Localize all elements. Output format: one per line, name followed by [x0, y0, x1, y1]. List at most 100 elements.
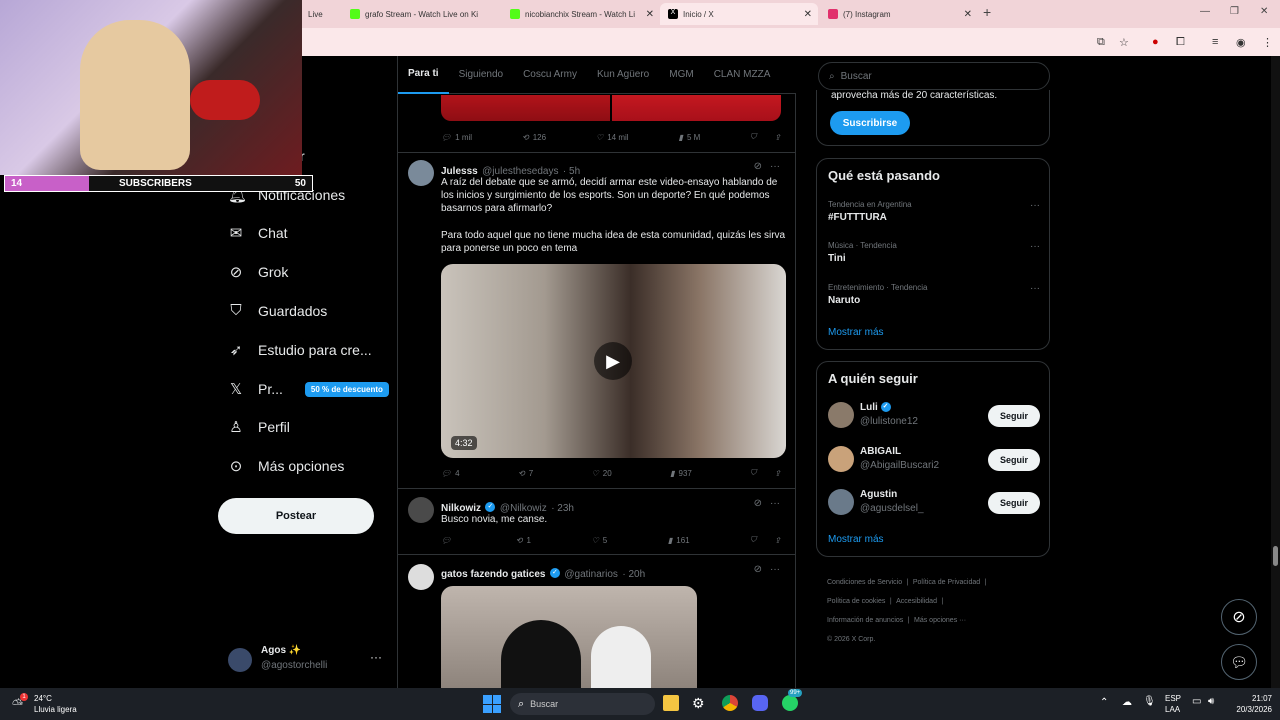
- messages-float-button[interactable]: 💬︎: [1221, 644, 1257, 680]
- new-tab-icon[interactable]: +: [983, 4, 991, 20]
- views-button[interactable]: ▮ 937: [670, 468, 692, 478]
- volume-icon[interactable]: 🔊︎: [1208, 696, 1214, 707]
- grok-float-button[interactable]: ⊘: [1221, 599, 1257, 635]
- sidebar-item-grok[interactable]: ⊘ Grok: [228, 263, 289, 281]
- follow-button[interactable]: Seguir: [988, 492, 1040, 514]
- network-icon[interactable]: ▭: [1192, 696, 1201, 707]
- extensions-icon[interactable]: ⧠: [1176, 36, 1185, 49]
- tweet-image[interactable]: [441, 95, 781, 121]
- close-window-icon[interactable]: ✕: [1260, 6, 1268, 17]
- sidebar-toggle-icon[interactable]: ≡: [1212, 36, 1218, 48]
- tab-instagram[interactable]: (7) Instagram ✕: [820, 3, 978, 25]
- grok-icon[interactable]: ⊘: [754, 498, 762, 509]
- more-icon[interactable]: ···: [770, 498, 780, 509]
- avatar[interactable]: [828, 402, 854, 428]
- opera-icon[interactable]: ●: [1152, 36, 1159, 48]
- sidebar-item-premium[interactable]: 𝕏 Pr... 50 % de descuento: [228, 380, 389, 398]
- sidebar-item-mas-opciones[interactable]: ⊙ Más opciones: [228, 457, 345, 475]
- grok-icon[interactable]: ⊘: [754, 564, 762, 575]
- windows-start-icon[interactable]: [483, 695, 501, 713]
- tab-kun-aguero[interactable]: Kun Agüero: [587, 56, 659, 94]
- close-tab-icon[interactable]: ✕: [964, 9, 972, 20]
- avatar[interactable]: [408, 497, 434, 523]
- tab-coscu-army[interactable]: Coscu Army: [513, 56, 587, 94]
- play-icon[interactable]: ▶: [594, 342, 632, 380]
- retweet-button[interactable]: ⟲ 7: [518, 468, 533, 478]
- avatar[interactable]: [828, 446, 854, 472]
- follow-button[interactable]: Seguir: [988, 449, 1040, 471]
- trend-item[interactable]: Música · Tendencia Tini ···: [828, 241, 1040, 264]
- more-icon[interactable]: ···: [1030, 241, 1040, 252]
- more-icon[interactable]: ···: [1030, 200, 1040, 211]
- reply-button[interactable]: 💬︎ 1 mil: [441, 132, 472, 142]
- taskbar-search[interactable]: ⌕ Buscar: [510, 693, 655, 715]
- post-button[interactable]: Postear: [218, 498, 374, 534]
- tab-mgm[interactable]: MGM: [659, 56, 703, 94]
- like-button[interactable]: ♡ 20: [592, 468, 612, 478]
- tab-live[interactable]: Live: [300, 3, 342, 25]
- more-icon[interactable]: ···: [770, 161, 780, 172]
- sidebar-item-chat[interactable]: ✉ Chat: [228, 224, 288, 242]
- sidebar-item-estudio[interactable]: ➶ Estudio para cre...: [228, 341, 372, 359]
- trend-item[interactable]: Tendencia en Argentina #FUTTTURA ···: [828, 200, 1040, 223]
- mic-icon[interactable]: 🎙︎: [1143, 696, 1156, 707]
- footer-link[interactable]: Condiciones de Servicio: [827, 579, 902, 586]
- cloud-icon[interactable]: ☁: [1122, 697, 1132, 708]
- profile-avatar[interactable]: ◉: [1236, 36, 1246, 49]
- show-more-link[interactable]: Mostrar más: [828, 327, 884, 338]
- bookmark-button[interactable]: ⛉ ⇪: [750, 132, 781, 142]
- views-button[interactable]: ▮ 161: [668, 535, 690, 545]
- tab-siguiendo[interactable]: Siguiendo: [449, 56, 513, 94]
- sidebar-item-guardados[interactable]: ⛉ Guardados: [228, 302, 327, 319]
- clock-time[interactable]: 21:07: [1232, 694, 1272, 703]
- reply-button[interactable]: 💬︎ 4: [441, 468, 460, 478]
- like-button[interactable]: ♡ 5: [592, 535, 608, 545]
- install-icon[interactable]: ⧉: [1097, 36, 1105, 49]
- tab-nicobianchix[interactable]: nicobianchix Stream - Watch Li ✕: [502, 3, 660, 25]
- tweet-image[interactable]: [441, 586, 697, 688]
- tab-clan-mzza[interactable]: CLAN MZZA: [704, 56, 781, 94]
- tab-inicio-x[interactable]: X Inicio / X ✕: [660, 3, 818, 25]
- footer-link[interactable]: Más opciones ···: [914, 617, 966, 624]
- close-tab-icon[interactable]: ✕: [804, 9, 812, 20]
- views-button[interactable]: ▮ 5 M: [679, 132, 701, 142]
- close-tab-icon[interactable]: ✕: [646, 9, 654, 20]
- file-explorer-icon[interactable]: [663, 695, 679, 711]
- like-button[interactable]: ♡ 14 mil: [596, 132, 629, 142]
- star-icon[interactable]: ☆: [1119, 36, 1129, 49]
- retweet-button[interactable]: ⟲ 1: [516, 535, 531, 545]
- tweet-video[interactable]: ▶ 4:32: [441, 264, 786, 458]
- share-icon[interactable]: ⇪: [774, 133, 781, 142]
- discord-icon[interactable]: [752, 695, 768, 711]
- whatsapp-icon[interactable]: [782, 695, 798, 711]
- reply-button[interactable]: 💬︎: [441, 535, 455, 545]
- footer-link[interactable]: Accesibilidad: [896, 598, 937, 605]
- restore-icon[interactable]: ❐: [1230, 6, 1239, 17]
- tab-para-ti[interactable]: Para ti: [398, 56, 449, 94]
- settings-icon[interactable]: ⚙: [692, 695, 705, 712]
- follow-button[interactable]: Seguir: [988, 405, 1040, 427]
- grok-icon[interactable]: ⊘: [754, 161, 762, 172]
- more-icon[interactable]: ···: [1030, 283, 1040, 294]
- scrollbar[interactable]: [1271, 56, 1280, 688]
- more-icon[interactable]: ···: [770, 564, 780, 575]
- avatar[interactable]: [408, 564, 434, 590]
- subscribe-button[interactable]: Suscribirse: [830, 111, 910, 135]
- avatar[interactable]: [828, 489, 854, 515]
- scrollbar-thumb[interactable]: [1273, 546, 1278, 566]
- trend-item[interactable]: Entretenimiento · Tendencia Naruto ···: [828, 283, 1040, 306]
- sidebar-item-perfil[interactable]: ♙ Perfil: [228, 418, 290, 436]
- account-switcher[interactable]: Agos ✨ @agostorchelli ···: [226, 644, 396, 676]
- footer-link[interactable]: Política de Privacidad: [913, 579, 980, 586]
- lang-indicator[interactable]: ESP: [1165, 694, 1181, 703]
- tab-grafo[interactable]: grafo Stream - Watch Live on Ki: [342, 3, 500, 25]
- avatar[interactable]: [408, 160, 434, 186]
- chevron-up-icon[interactable]: ⌃: [1100, 697, 1108, 708]
- search-input[interactable]: ⌕ Buscar: [818, 62, 1050, 90]
- chrome-icon[interactable]: [722, 695, 738, 711]
- browser-menu-icon[interactable]: ⋮: [1262, 36, 1273, 49]
- footer-link[interactable]: Información de anuncios: [827, 617, 903, 624]
- share-icon[interactable]: ⇪: [774, 536, 781, 545]
- minimize-icon[interactable]: —: [1200, 6, 1210, 17]
- share-icon[interactable]: ⇪: [774, 469, 781, 478]
